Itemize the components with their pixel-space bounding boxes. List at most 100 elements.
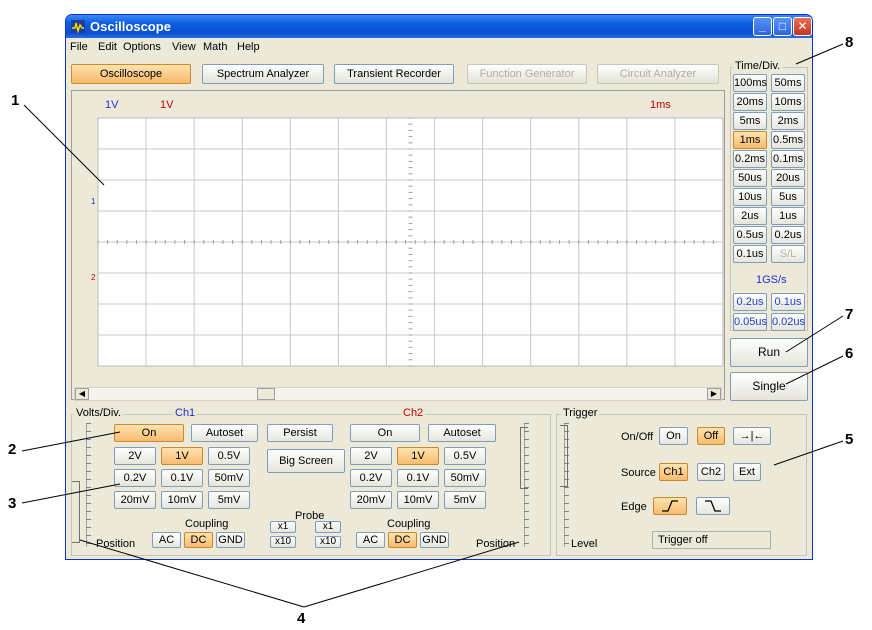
ch2-coupling-ac[interactable]: AC — [356, 532, 385, 548]
minimize-button[interactable]: _ — [753, 17, 772, 36]
timediv-10us[interactable]: 10us — [733, 188, 767, 206]
rising-edge-button[interactable] — [653, 497, 687, 515]
scroll-thumb[interactable] — [257, 388, 275, 400]
tab-oscilloscope[interactable]: Oscilloscope — [71, 64, 191, 84]
tab-function-generator[interactable]: Function Generator — [467, 64, 587, 84]
menu-math[interactable]: Math — [203, 41, 227, 53]
scroll-right-arrow-icon[interactable]: ▶ — [707, 388, 721, 400]
ch1-coupling-ac[interactable]: AC — [152, 532, 181, 548]
menu-edit[interactable]: Edit — [98, 41, 117, 53]
ch1-position-slider[interactable] — [86, 423, 99, 547]
ch1-volts-10mV[interactable]: 10mV — [161, 491, 203, 509]
timediv-2ms[interactable]: 2ms — [771, 112, 805, 130]
timediv-0_1us[interactable]: 0.1us — [771, 293, 805, 311]
volts-div-legend: Volts/Div. — [74, 407, 124, 419]
timediv-10ms[interactable]: 10ms — [771, 93, 805, 111]
trigger-source-ext[interactable]: Ext — [733, 463, 761, 481]
run-button[interactable]: Run — [730, 338, 808, 367]
close-button[interactable]: ✕ — [793, 17, 812, 36]
ch2-probe-x1[interactable]: x1 — [315, 521, 341, 533]
ch2-coupling-dc[interactable]: DC — [388, 532, 417, 548]
ch2-volts-5mV[interactable]: 5mV — [444, 491, 486, 509]
slider-tick — [86, 503, 91, 504]
title-bar[interactable]: Oscilloscope _ □ ✕ — [66, 15, 812, 38]
timediv-5ms[interactable]: 5ms — [733, 112, 767, 130]
ch2-volts-50mV[interactable]: 50mV — [444, 469, 486, 487]
ch2-position-knob[interactable] — [520, 427, 528, 489]
timediv-2us[interactable]: 2us — [733, 207, 767, 225]
tab-circuit-analyzer[interactable]: Circuit Analyzer — [597, 64, 719, 84]
persist-button[interactable]: Persist — [267, 424, 333, 442]
ch1-coupling-gnd[interactable]: GND — [216, 532, 245, 548]
timediv-0_02us[interactable]: 0.02us — [771, 313, 805, 331]
timediv-20us[interactable]: 20us — [771, 169, 805, 187]
trigger-off-button[interactable]: Off — [697, 427, 725, 445]
ch1-probe-x1[interactable]: x1 — [270, 521, 296, 533]
ch1-position-knob[interactable] — [72, 481, 80, 543]
ch1-probe-x10[interactable]: x10 — [270, 536, 296, 548]
timediv-0_2ms[interactable]: 0.2ms — [733, 150, 767, 168]
ch2-volts-1V[interactable]: 1V — [397, 447, 439, 465]
timediv-S-L[interactable]: S/L — [771, 245, 805, 263]
timediv-0_1us[interactable]: 0.1us — [733, 245, 767, 263]
trigger-source-ch1[interactable]: Ch1 — [659, 463, 688, 481]
tab-transient-recorder[interactable]: Transient Recorder — [334, 64, 454, 84]
bigscreen-button[interactable]: Big Screen — [267, 449, 345, 473]
ch2-volts-2V[interactable]: 2V — [350, 447, 392, 465]
falling-edge-button[interactable] — [696, 497, 730, 515]
ch1-volts-5mV[interactable]: 5mV — [208, 491, 250, 509]
menu-options[interactable]: Options — [123, 41, 161, 53]
ch2-volts-0_2V[interactable]: 0.2V — [350, 469, 392, 487]
timediv-0_1ms[interactable]: 0.1ms — [771, 150, 805, 168]
ch2-probe-x10[interactable]: x10 — [315, 536, 341, 548]
timediv-0_2us[interactable]: 0.2us — [733, 293, 767, 311]
trigger-center-button[interactable]: →|← — [733, 427, 771, 445]
timediv-1ms[interactable]: 1ms — [733, 131, 767, 149]
timediv-100ms[interactable]: 100ms — [733, 74, 767, 92]
slider-tick — [86, 431, 91, 432]
timediv-0_5ms[interactable]: 0.5ms — [771, 131, 805, 149]
timediv-0_2us[interactable]: 0.2us — [771, 226, 805, 244]
timediv-50ms[interactable]: 50ms — [771, 74, 805, 92]
tab-spectrum-analyzer[interactable]: Spectrum Analyzer — [202, 64, 324, 84]
timediv-1us[interactable]: 1us — [771, 207, 805, 225]
ch2-volts-0_5V[interactable]: 0.5V — [444, 447, 486, 465]
ch2-autoset-button[interactable]: Autoset — [428, 424, 496, 442]
callout-8: 8 — [845, 34, 854, 51]
timediv-0_5us[interactable]: 0.5us — [733, 226, 767, 244]
ch1-volts-2V[interactable]: 2V — [114, 447, 156, 465]
timediv-0_05us[interactable]: 0.05us — [733, 313, 767, 331]
menu-file[interactable]: File — [70, 41, 88, 53]
slider-tick — [86, 527, 91, 528]
slider-tick — [86, 479, 91, 480]
ch2-volts-10mV[interactable]: 10mV — [397, 491, 439, 509]
ch1-volts-0_2V[interactable]: 0.2V — [114, 469, 156, 487]
ch1-volts-0_5V[interactable]: 0.5V — [208, 447, 250, 465]
single-button[interactable]: Single — [730, 372, 808, 401]
ch1-on-button[interactable]: On — [114, 424, 184, 442]
trigger-source-ch2[interactable]: Ch2 — [697, 463, 725, 481]
ch2-coupling-gnd[interactable]: GND — [420, 532, 449, 548]
menu-view[interactable]: View — [172, 41, 196, 53]
ch1-volts-0_1V[interactable]: 0.1V — [161, 469, 203, 487]
trigger-on-button[interactable]: On — [659, 427, 688, 445]
ch1-volts-50mV[interactable]: 50mV — [208, 469, 250, 487]
ch1-volts-1V[interactable]: 1V — [161, 447, 203, 465]
menu-help[interactable]: Help — [237, 41, 260, 53]
ch2-on-button[interactable]: On — [350, 424, 420, 442]
timediv-5us[interactable]: 5us — [771, 188, 805, 206]
trigger-level-knob[interactable] — [560, 425, 568, 487]
maximize-button[interactable]: □ — [773, 17, 792, 36]
ch1-autoset-button[interactable]: Autoset — [191, 424, 258, 442]
time-scrollbar[interactable]: ◀ ▶ — [74, 387, 722, 401]
ch1-coupling-dc[interactable]: DC — [184, 532, 213, 548]
scroll-left-arrow-icon[interactable]: ◀ — [75, 388, 89, 400]
sample-rate-label: 1GS/s — [756, 274, 787, 286]
ch2-volts-20mV[interactable]: 20mV — [350, 491, 392, 509]
ch1-volts-20mV[interactable]: 20mV — [114, 491, 156, 509]
timediv-20ms[interactable]: 20ms — [733, 93, 767, 111]
ch2-volts-0_1V[interactable]: 0.1V — [397, 469, 439, 487]
callout-4: 4 — [297, 610, 306, 627]
window-title: Oscilloscope — [90, 19, 171, 34]
timediv-50us[interactable]: 50us — [733, 169, 767, 187]
